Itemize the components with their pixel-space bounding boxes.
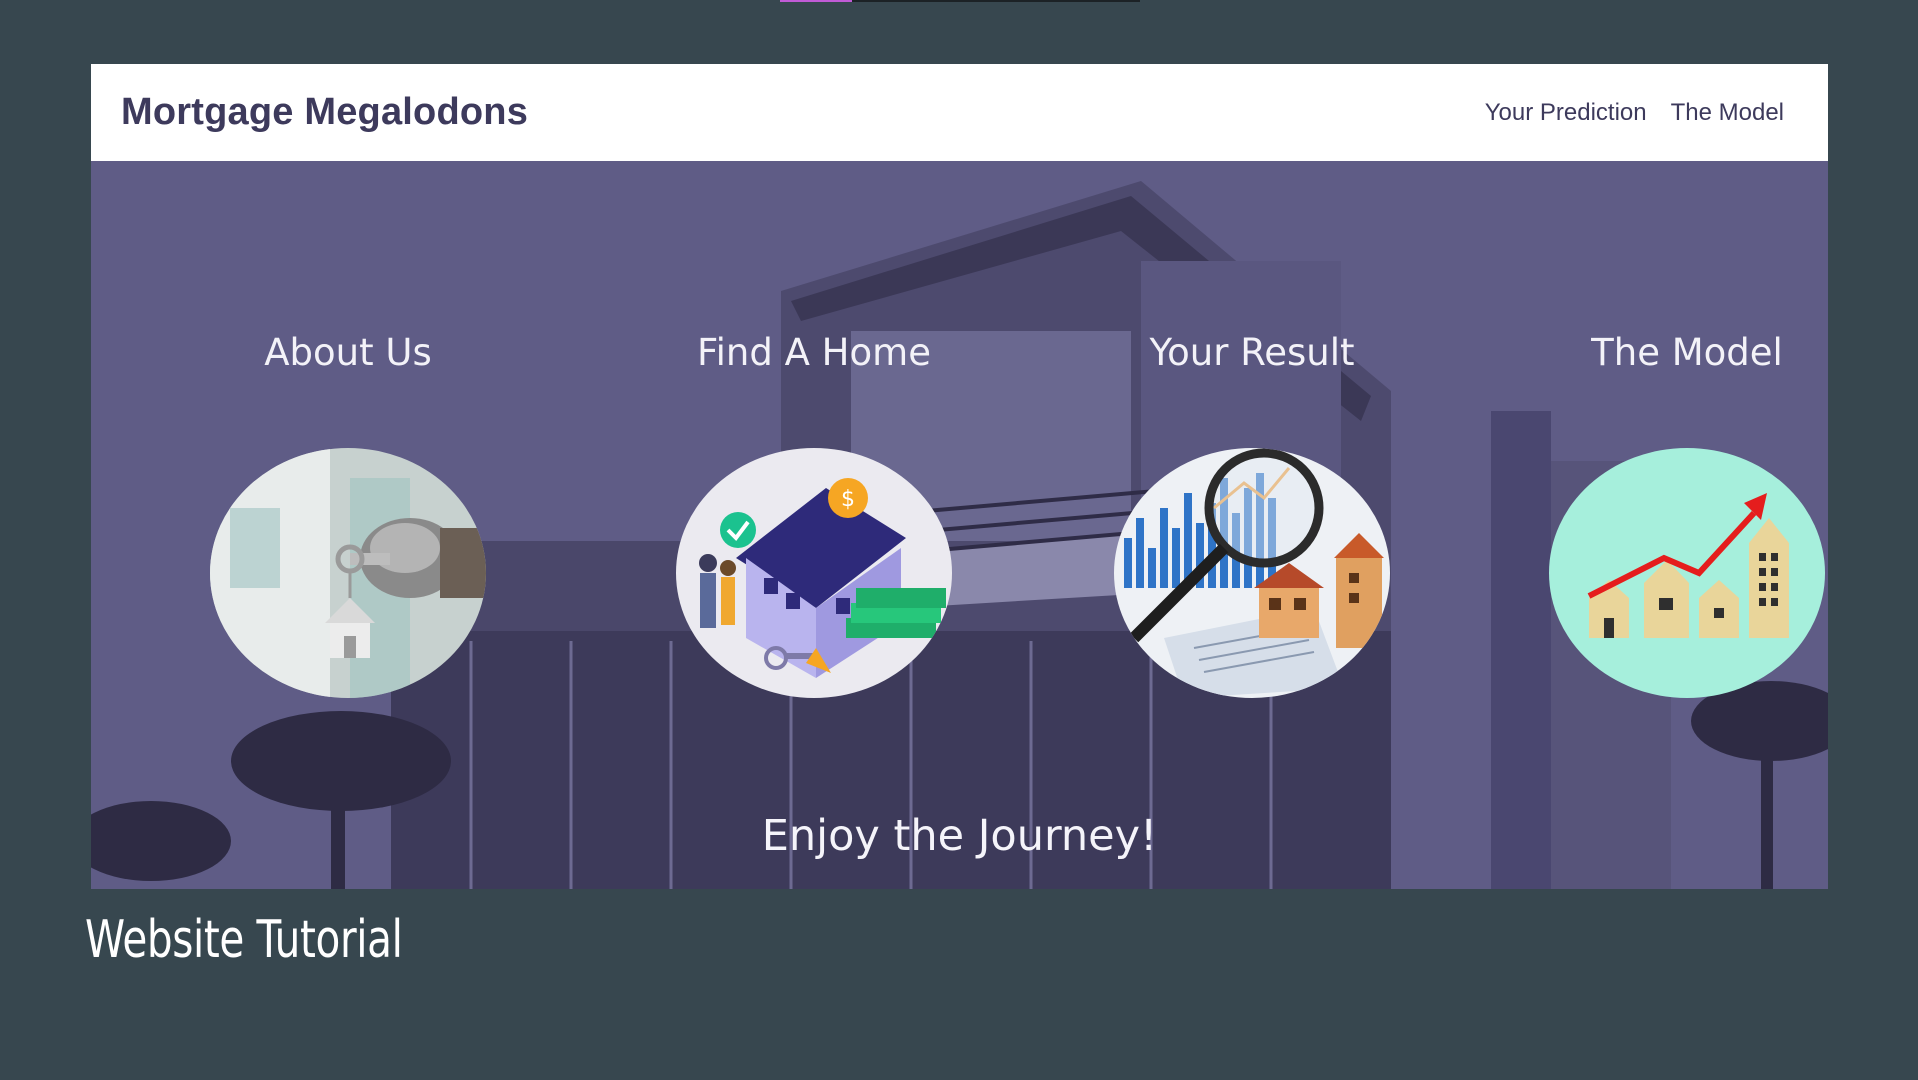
slide-caption: Website Tutorial — [85, 910, 403, 970]
house-with-money-icon[interactable]: $ — [676, 448, 952, 698]
site-brand[interactable]: Mortgage Megalodons — [121, 91, 528, 134]
hero-section: About Us Find A Home $ Your Result The M… — [91, 161, 1828, 889]
hero-title-find-a-home[interactable]: Find A Home — [654, 331, 974, 374]
slide-progress-bar — [780, 0, 1140, 2]
hero-title-your-result[interactable]: Your Result — [1092, 331, 1412, 374]
nav-link-your-prediction[interactable]: Your Prediction — [1485, 99, 1647, 127]
magnifier-chart-icon[interactable] — [1114, 448, 1390, 698]
hero-title-the-model[interactable]: The Model — [1527, 331, 1828, 374]
site-navbar: Mortgage Megalodons Your Prediction The … — [91, 64, 1828, 161]
hero-title-about-us[interactable]: About Us — [188, 331, 508, 374]
nav-links: Your Prediction The Model — [1485, 99, 1784, 127]
svg-text:$: $ — [841, 487, 855, 512]
hero-tagline: Enjoy the Journey! — [761, 811, 1158, 861]
slide-progress-fill — [780, 0, 852, 2]
growth-arrow-houses-icon[interactable] — [1549, 448, 1825, 698]
key-in-door-house-icon[interactable] — [210, 448, 486, 698]
website-screenshot: Mortgage Megalodons Your Prediction The … — [91, 64, 1828, 889]
nav-link-the-model[interactable]: The Model — [1671, 99, 1784, 127]
